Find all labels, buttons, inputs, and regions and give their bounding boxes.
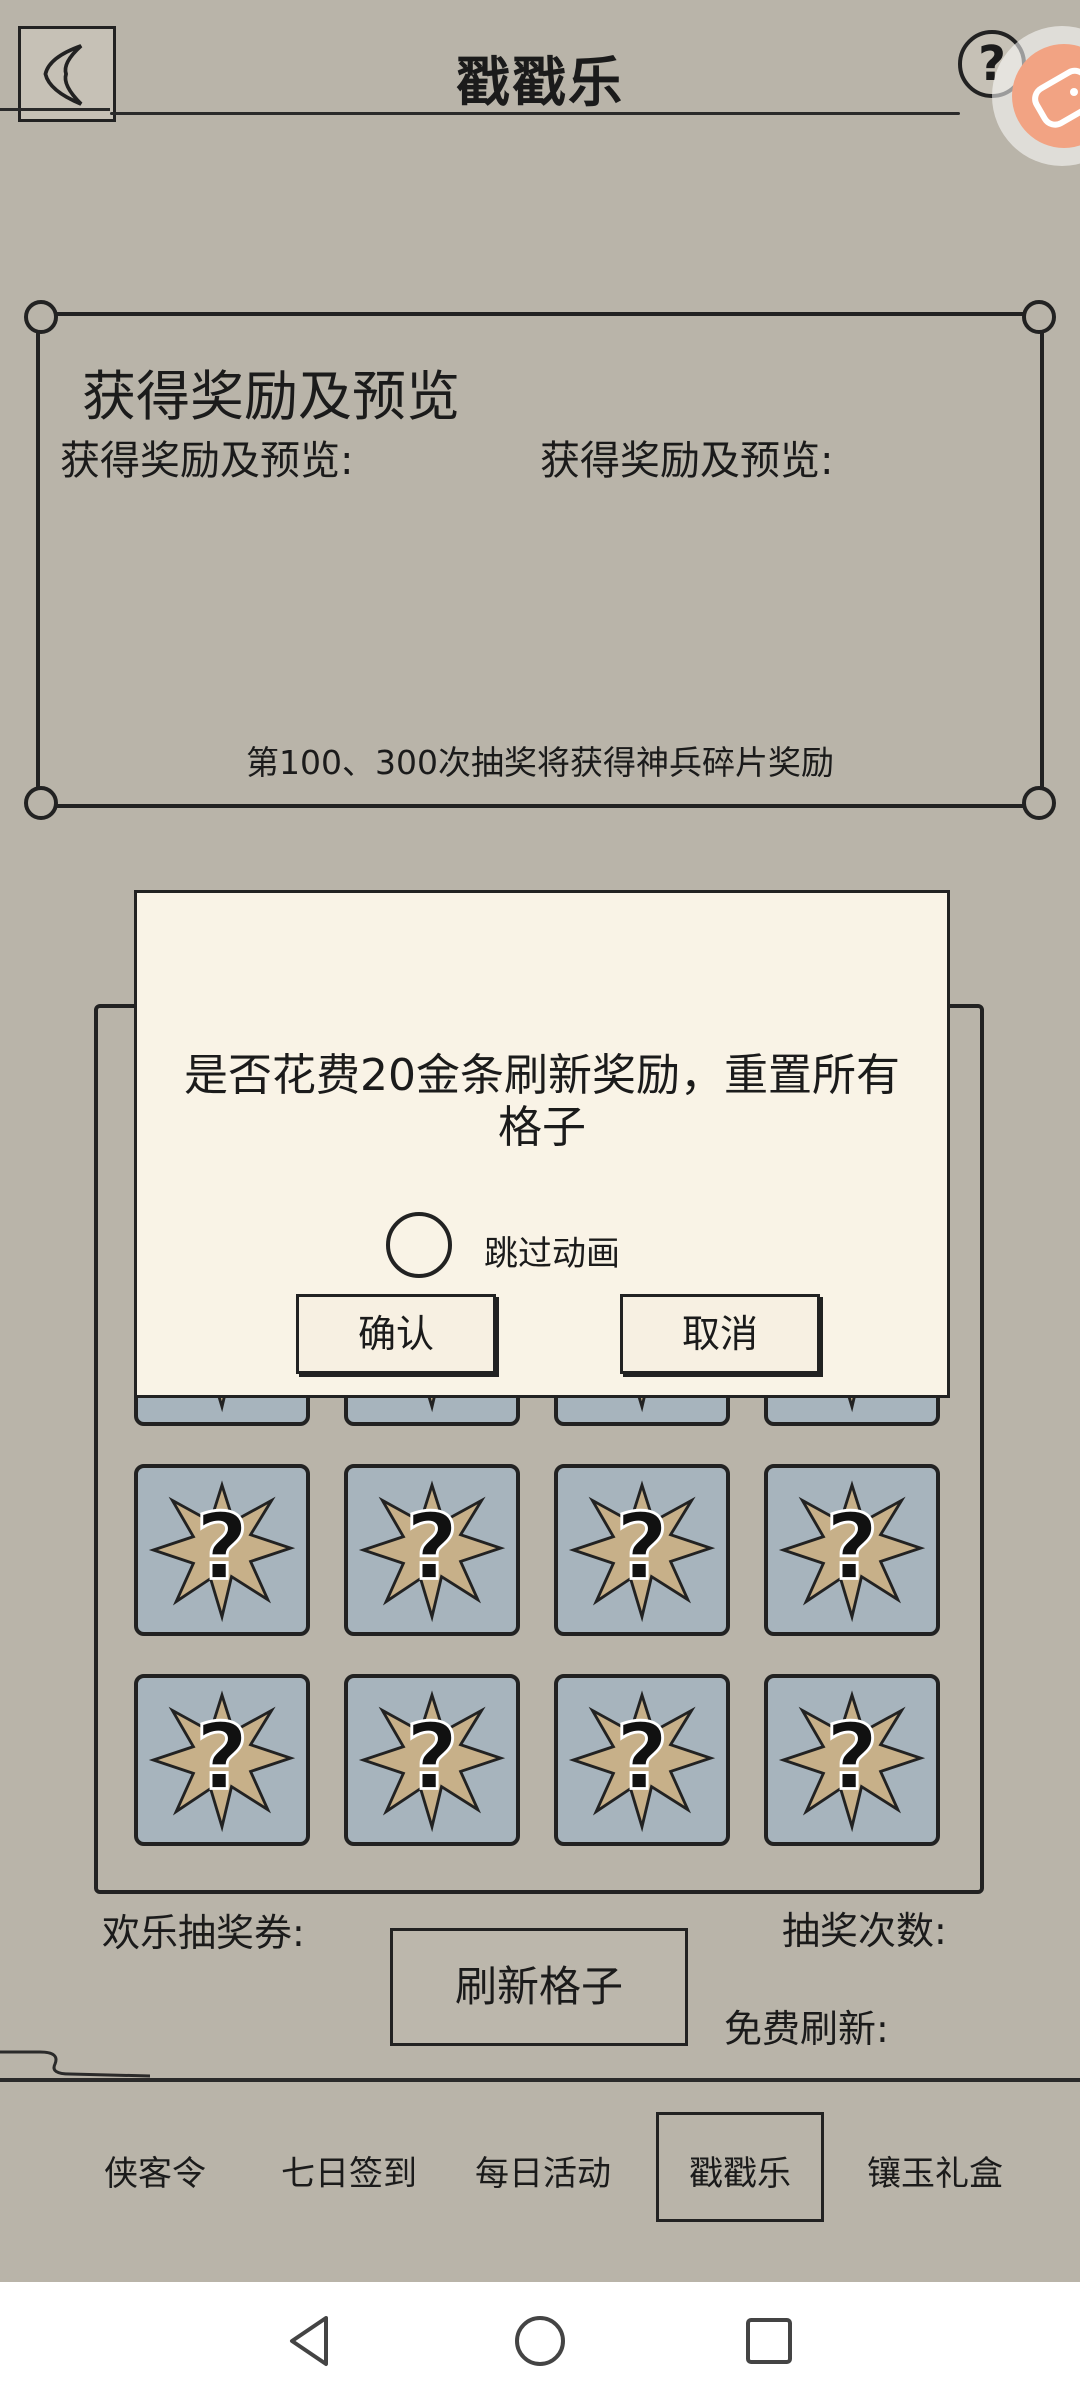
svg-text:?: ?: [825, 1704, 878, 1811]
mystery-burst-icon: ?: [568, 1690, 716, 1833]
cancel-button[interactable]: 取消: [620, 1294, 820, 1374]
reward-preview-label-left: 获得奖励及预览:: [60, 438, 354, 484]
prize-cell[interactable]: ?: [134, 1674, 310, 1846]
skip-animation-label[interactable]: 跳过动画: [484, 1226, 620, 1275]
square-recents-icon[interactable]: [738, 2310, 800, 2372]
svg-text:?: ?: [825, 1494, 878, 1601]
tab-seven-day-checkin[interactable]: 七日签到: [254, 2146, 444, 2195]
page-title: 戳戳乐: [456, 51, 624, 114]
reward-milestone-note: 第100、300次抽奖将获得神兵碎片奖励: [246, 743, 834, 782]
prize-cell[interactable]: ?: [344, 1674, 520, 1846]
dialog-message: 是否花费20金条刷新奖励，重置所有格子: [184, 1050, 900, 1153]
triangle-back-icon[interactable]: [278, 2310, 340, 2372]
prize-cell[interactable]: ?: [554, 1674, 730, 1846]
circle-home-icon[interactable]: [509, 2310, 571, 2372]
refresh-grid-button[interactable]: 刷新格子: [390, 1928, 688, 2046]
svg-text:?: ?: [405, 1704, 458, 1811]
mystery-burst-icon: ?: [568, 1480, 716, 1623]
prize-cell[interactable]: ?: [134, 1464, 310, 1636]
prize-cell[interactable]: ?: [764, 1674, 940, 1846]
draw-count-label: 抽奖次数:: [782, 1909, 947, 1953]
reward-preview-title: 获得奖励及预览: [82, 365, 460, 428]
svg-text:?: ?: [195, 1704, 248, 1811]
prize-cell[interactable]: ?: [764, 1464, 940, 1636]
mystery-burst-icon: ?: [148, 1480, 296, 1623]
reward-preview-label-right: 获得奖励及预览:: [540, 438, 834, 484]
mystery-burst-icon: ?: [358, 1690, 506, 1833]
mystery-burst-icon: ?: [778, 1480, 926, 1623]
mystery-burst-icon: ?: [358, 1480, 506, 1623]
tab-chuochuole[interactable]: 戳戳乐: [645, 2146, 835, 2195]
confirm-button[interactable]: 确认: [296, 1294, 496, 1374]
svg-text:?: ?: [615, 1704, 668, 1811]
skip-animation-radio[interactable]: [386, 1212, 452, 1278]
gamepad-icon: [1012, 44, 1080, 148]
mystery-burst-icon: ?: [778, 1690, 926, 1833]
svg-text:?: ?: [615, 1494, 668, 1601]
tab-xiakeling[interactable]: 侠客令: [60, 2146, 250, 2195]
tab-daily-activity[interactable]: 每日活动: [448, 2146, 638, 2195]
prize-cell[interactable]: ?: [554, 1464, 730, 1636]
tabs-divider: [0, 2078, 1080, 2082]
svg-text:?: ?: [195, 1494, 248, 1601]
mystery-burst-icon: ?: [148, 1690, 296, 1833]
free-refresh-label: 免费刷新:: [724, 2007, 889, 2051]
ticket-count-label: 欢乐抽奖券:: [102, 1911, 305, 1955]
tab-jade-gift-box[interactable]: 镶玉礼盒: [840, 2146, 1030, 2195]
prize-cell[interactable]: ?: [344, 1464, 520, 1636]
svg-text:?: ?: [405, 1494, 458, 1601]
